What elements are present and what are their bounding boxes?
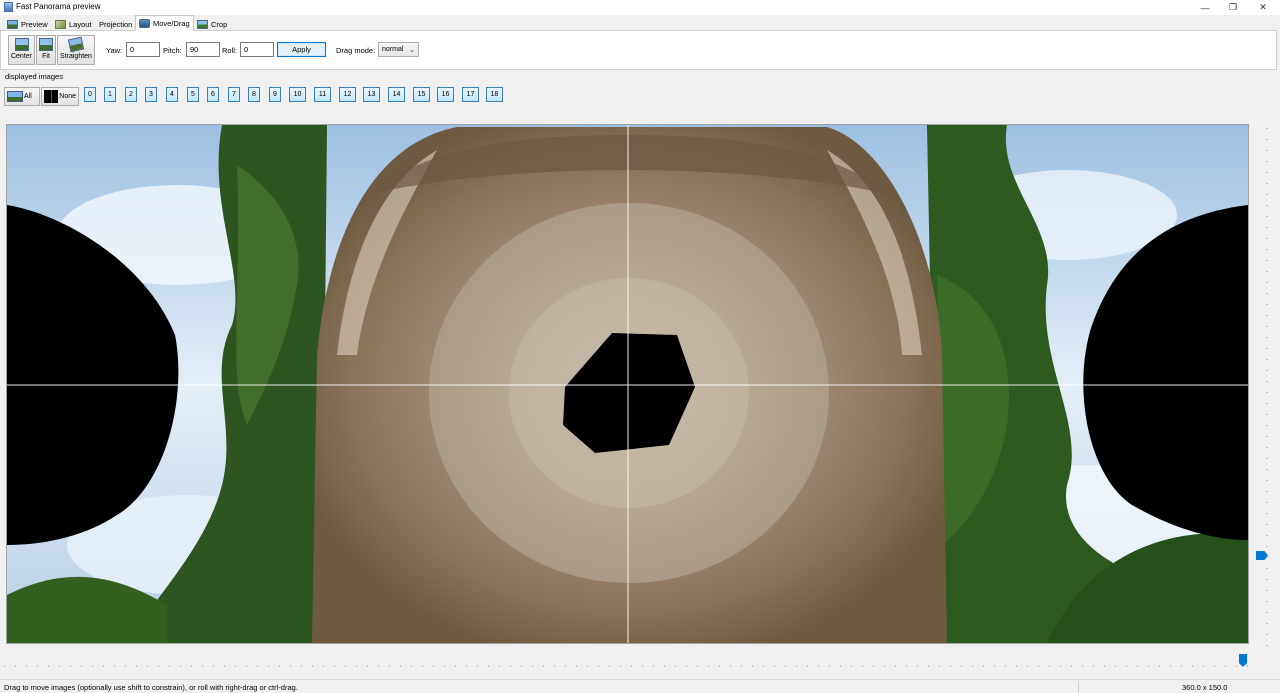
panorama-image[interactable]: [7, 125, 1248, 643]
roll-input[interactable]: [240, 42, 274, 57]
image-toggle-1[interactable]: 1: [104, 87, 116, 102]
slider-ticks: [4, 665, 1254, 667]
straighten-icon: [67, 36, 85, 53]
displayed-images-label: displayed images: [5, 72, 63, 81]
move-drag-toolbar: Center Fit Straighten Yaw: Pitch: Roll: …: [0, 30, 1277, 70]
apply-button[interactable]: Apply: [277, 42, 326, 57]
center-icon: [14, 38, 29, 51]
roll-label: Roll:: [222, 46, 238, 55]
minimize-icon: —: [1200, 2, 1210, 13]
horizontal-fov-slider[interactable]: [4, 650, 1254, 670]
pitch-input[interactable]: [186, 42, 220, 57]
tab-label: Move/Drag: [153, 19, 190, 28]
tab-layout[interactable]: Layout: [52, 17, 95, 31]
no-images-icon: [44, 90, 59, 103]
tab-crop[interactable]: Crop: [194, 17, 230, 31]
tab-label: Crop: [211, 19, 228, 29]
drag-mode-select[interactable]: normal ⌄: [378, 42, 419, 57]
vertical-fov-slider[interactable]: [1254, 128, 1270, 646]
straighten-button[interactable]: Straighten: [57, 35, 95, 65]
image-toggle-2[interactable]: 2: [125, 87, 137, 102]
image-toggle-14[interactable]: 14: [388, 87, 405, 102]
center-label: Center: [10, 53, 32, 60]
show-none-button[interactable]: None: [41, 87, 79, 106]
image-toggle-17[interactable]: 17: [462, 87, 479, 102]
fit-icon: [39, 38, 53, 51]
preview-icon: [7, 19, 18, 29]
close-icon: ✕: [1259, 2, 1267, 12]
tab-label: Layout: [69, 19, 92, 29]
close-button[interactable]: ✕: [1248, 0, 1278, 15]
tab-move-drag[interactable]: Move/Drag: [135, 15, 194, 31]
all-images-icon: [7, 91, 23, 102]
panorama-preview[interactable]: [6, 124, 1249, 644]
fit-button[interactable]: Fit: [36, 35, 56, 65]
image-toggle-18[interactable]: 18: [486, 87, 503, 102]
status-divider: [1078, 681, 1079, 693]
image-toggle-6[interactable]: 6: [207, 87, 219, 102]
drag-mode-label: Drag mode:: [336, 46, 376, 55]
image-toggle-7[interactable]: 7: [228, 87, 240, 102]
slider-ticks: [1266, 128, 1268, 646]
tab-label: Preview: [21, 19, 48, 29]
image-toggle-12[interactable]: 12: [339, 87, 356, 102]
straighten-label: Straighten: [60, 53, 92, 60]
window-title: Fast Panorama preview: [16, 2, 101, 11]
image-toggle-13[interactable]: 13: [363, 87, 380, 102]
fit-label: Fit: [42, 53, 50, 60]
title-bar: Fast Panorama preview — ❐ ✕: [0, 0, 1280, 15]
minimize-button[interactable]: —: [1190, 0, 1220, 15]
yaw-input[interactable]: [126, 42, 160, 57]
image-toggle-15[interactable]: 15: [413, 87, 430, 102]
none-label: None: [59, 93, 76, 100]
image-toggle-8[interactable]: 8: [248, 87, 260, 102]
image-toggle-0[interactable]: 0: [84, 87, 96, 102]
image-toggle-10[interactable]: 10: [289, 87, 306, 102]
layout-icon: [55, 19, 66, 29]
tab-bar: Preview Layout Projection Move/Drag Crop: [0, 15, 1280, 31]
restore-icon: ❐: [1228, 2, 1238, 12]
center-button[interactable]: Center: [8, 35, 35, 65]
tab-preview[interactable]: Preview: [4, 17, 51, 31]
show-all-button[interactable]: All: [4, 87, 40, 106]
field-of-view-readout: 360.0 x 150.0: [1182, 683, 1228, 692]
app-icon: [4, 2, 13, 12]
drag-mode-value: normal: [382, 46, 404, 53]
tab-label: Projection: [99, 19, 133, 29]
status-bar: Drag to move images (optionally use shif…: [0, 679, 1280, 693]
image-toggle-16[interactable]: 16: [437, 87, 454, 102]
yaw-label: Yaw:: [106, 46, 123, 55]
restore-button[interactable]: ❐: [1218, 0, 1248, 15]
image-toggle-5[interactable]: 5: [187, 87, 199, 102]
pitch-label: Pitch:: [163, 46, 182, 55]
crop-icon: [197, 19, 208, 29]
tab-projection[interactable]: Projection: [96, 17, 135, 31]
chevron-down-icon: ⌄: [409, 47, 415, 54]
image-toggle-3[interactable]: 3: [145, 87, 157, 102]
image-toggle-4[interactable]: 4: [166, 87, 178, 102]
move-drag-icon: [139, 19, 150, 28]
status-message: Drag to move images (optionally use shif…: [4, 683, 298, 692]
image-toggle-9[interactable]: 9: [269, 87, 281, 102]
all-label: All: [24, 93, 32, 100]
image-toggle-11[interactable]: 11: [314, 87, 331, 102]
